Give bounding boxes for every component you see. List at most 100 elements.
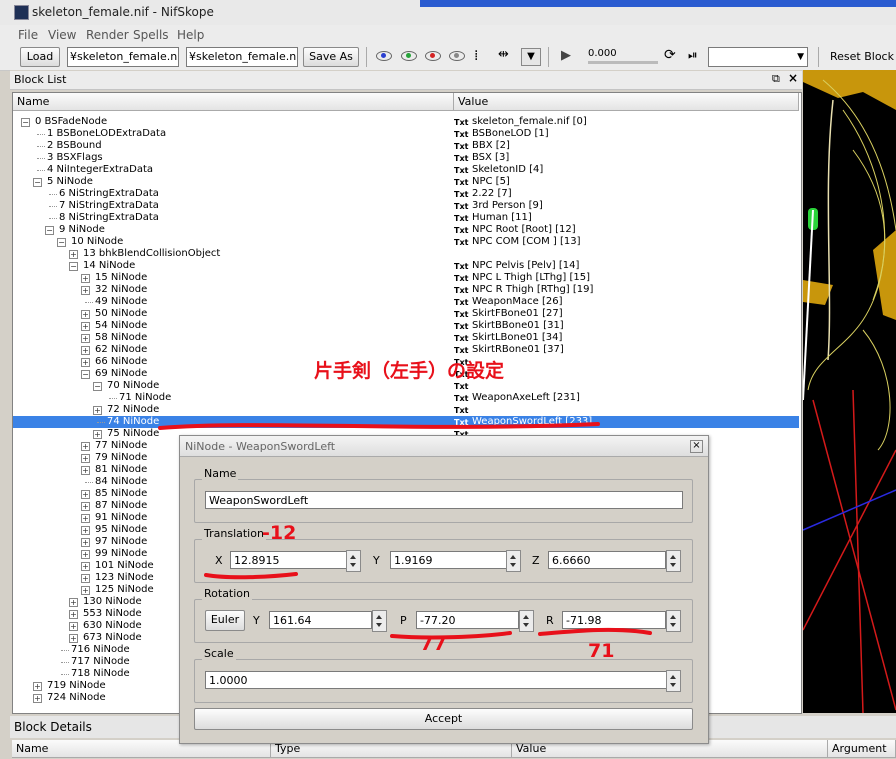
rotation-r-input[interactable]: -71.98 [562, 611, 666, 629]
tree-row[interactable]: +62 NiNode Txt SkirtRBone01 [37] [13, 344, 799, 356]
tree-row[interactable]: +58 NiNode Txt SkirtLBone01 [34] [13, 332, 799, 344]
expand-icon[interactable]: + [33, 682, 42, 691]
time-slider[interactable] [588, 61, 658, 64]
menu-help[interactable]: Help [177, 28, 204, 42]
column-header-value[interactable]: Value [454, 93, 799, 111]
expand-icon[interactable]: + [69, 622, 78, 631]
menu-spells[interactable]: Spells [133, 28, 169, 42]
collapse-icon[interactable]: − [57, 238, 66, 247]
rotation-r-spinner[interactable] [666, 610, 681, 632]
collapse-icon[interactable]: − [81, 370, 90, 379]
expand-icon[interactable]: + [81, 574, 90, 583]
expand-icon[interactable]: + [81, 526, 90, 535]
translation-z-input[interactable]: 6.6660 [548, 551, 666, 569]
expand-icon[interactable]: + [81, 322, 90, 331]
split-icon[interactable]: ⇹ [498, 47, 509, 62]
expand-icon[interactable]: + [81, 562, 90, 571]
tree-row[interactable]: −5 NiNode Txt NPC [5] [13, 176, 799, 188]
tree-row[interactable]: −9 NiNode Txt NPC Root [Root] [12] [13, 224, 799, 236]
loop-icon[interactable]: ⟳ [664, 47, 676, 63]
tree-row[interactable]: 7 NiStringExtraData Txt 3rd Person [9] [13, 200, 799, 212]
menu-render[interactable]: Render [86, 28, 129, 42]
tree-row[interactable]: +15 NiNode Txt NPC L Thigh [LThg] [15] [13, 272, 799, 284]
save-path-field[interactable]: ¥skeleton_female.nif [186, 47, 298, 67]
details-column-argument[interactable]: Argument [828, 740, 896, 758]
expand-icon[interactable]: + [69, 598, 78, 607]
menu-view[interactable]: View [48, 28, 76, 42]
collapse-icon[interactable]: − [21, 118, 30, 127]
expand-icon[interactable]: + [81, 514, 90, 523]
expand-icon[interactable]: + [81, 346, 90, 355]
tree-row[interactable]: +50 NiNode Txt SkirtFBone01 [27] [13, 308, 799, 320]
animation-select[interactable]: ▼ [708, 47, 808, 67]
translation-x-input[interactable]: 12.8915 [230, 551, 347, 569]
translation-y-spinner[interactable] [506, 550, 521, 572]
expand-icon[interactable]: + [81, 358, 90, 367]
expand-icon[interactable]: + [81, 274, 90, 283]
tree-row[interactable]: +32 NiNode Txt NPC R Thigh [RThg] [19] [13, 284, 799, 296]
expand-icon[interactable]: + [81, 466, 90, 475]
tree-row[interactable]: 49 NiNode Txt WeaponMace [26] [13, 296, 799, 308]
scale-spinner[interactable] [666, 670, 681, 692]
expand-icon[interactable]: + [81, 586, 90, 595]
tree-row[interactable]: 4 NiIntegerExtraData Txt SkeletonID [4] [13, 164, 799, 176]
expand-icon[interactable]: + [81, 286, 90, 295]
rotation-y-input[interactable]: 161.64 [269, 611, 372, 629]
expand-icon[interactable]: + [69, 610, 78, 619]
rotation-p-input[interactable]: -77.20 [416, 611, 519, 629]
dialog-close-icon[interactable]: × [690, 440, 703, 453]
tree-row[interactable]: 2 BSBound Txt BBX [2] [13, 140, 799, 152]
eye-green-icon[interactable] [401, 51, 417, 61]
tree-row[interactable]: +13 bhkBlendCollisionObject [13, 248, 799, 260]
collapse-icon[interactable]: − [33, 178, 42, 187]
eye-red-icon[interactable] [425, 51, 441, 61]
load-button[interactable]: Load [20, 47, 60, 67]
expand-icon[interactable]: + [81, 454, 90, 463]
expand-icon[interactable]: + [81, 538, 90, 547]
switch-animation-icon[interactable]: ⏯ [688, 48, 698, 63]
euler-button[interactable]: Euler [205, 610, 245, 631]
scale-input[interactable]: 1.0000 [205, 671, 667, 689]
expand-icon[interactable]: + [33, 694, 42, 703]
tree-row[interactable]: 71 NiNode Txt WeaponAxeLeft [231] [13, 392, 799, 404]
collapse-icon[interactable]: − [69, 262, 78, 271]
collapse-icon[interactable]: − [45, 226, 54, 235]
translation-x-spinner[interactable] [346, 550, 361, 572]
expand-icon[interactable]: + [81, 490, 90, 499]
tree-row[interactable]: −14 NiNode Txt NPC Pelvis [Pelv] [14] [13, 260, 799, 272]
tree-row[interactable]: 8 NiStringExtraData Txt Human [11] [13, 212, 799, 224]
translation-z-spinner[interactable] [666, 550, 681, 572]
view-dropdown-icon[interactable]: ▼ [521, 48, 541, 66]
tree-row[interactable]: −10 NiNode Txt NPC COM [COM ] [13] [13, 236, 799, 248]
eye-gray-icon[interactable] [449, 51, 465, 61]
tree-row[interactable]: 1 BSBoneLODExtraData Txt BSBoneLOD [1] [13, 128, 799, 140]
column-header-name[interactable]: Name [13, 93, 454, 111]
tree-row[interactable]: 74 NiNode Txt WeaponSwordLeft [233] [13, 416, 799, 428]
load-path-field[interactable]: ¥skeleton_female.nif [67, 47, 179, 67]
expand-icon[interactable]: + [81, 442, 90, 451]
menu-file[interactable]: File [18, 28, 38, 42]
save-as-button[interactable]: Save As [303, 47, 359, 67]
tree-row[interactable]: +72 NiNode Txt [13, 404, 799, 416]
expand-icon[interactable]: + [69, 250, 78, 259]
expand-icon[interactable]: + [81, 310, 90, 319]
eye-blue-icon[interactable] [376, 51, 392, 61]
expand-icon[interactable]: + [81, 502, 90, 511]
expand-icon[interactable]: + [69, 634, 78, 643]
close-icon[interactable]: × [788, 71, 798, 85]
tree-row[interactable]: 3 BSXFlags Txt BSX [3] [13, 152, 799, 164]
collapse-icon[interactable]: − [93, 382, 102, 391]
float-icon[interactable]: ⧉ [772, 72, 780, 86]
play-icon[interactable]: ▶ [561, 48, 571, 63]
render-viewport[interactable] [803, 70, 896, 713]
footprints-icon[interactable]: ⁞ [474, 48, 478, 64]
translation-y-input[interactable]: 1.9169 [390, 551, 507, 569]
expand-icon[interactable]: + [93, 430, 102, 439]
tree-row[interactable]: +54 NiNode Txt SkirtBBone01 [31] [13, 320, 799, 332]
expand-icon[interactable]: + [81, 550, 90, 559]
tree-row[interactable]: −0 BSFadeNode Txt skeleton_female.nif [0] [13, 116, 799, 128]
rotation-p-spinner[interactable] [519, 610, 534, 632]
expand-icon[interactable]: + [93, 406, 102, 415]
expand-icon[interactable]: + [81, 334, 90, 343]
tree-row[interactable]: 6 NiStringExtraData Txt 2.22 [7] [13, 188, 799, 200]
